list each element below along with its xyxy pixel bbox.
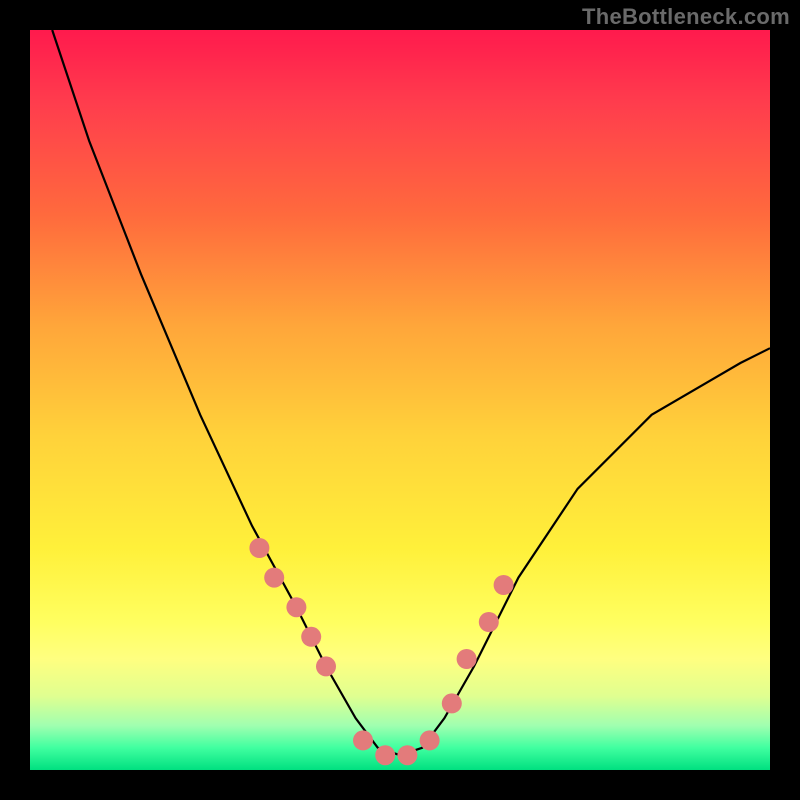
sample-dots-group [249, 538, 513, 765]
sample-dot [494, 575, 514, 595]
sample-dot [397, 745, 417, 765]
sample-dot [479, 612, 499, 632]
chart-overlay-svg [30, 30, 770, 770]
sample-dot [457, 649, 477, 669]
sample-dot [249, 538, 269, 558]
sample-dot [301, 627, 321, 647]
sample-dot [264, 568, 284, 588]
sample-dot [442, 693, 462, 713]
watermark-text: TheBottleneck.com [582, 4, 790, 30]
sample-dot [420, 730, 440, 750]
sample-dot [316, 656, 336, 676]
sample-dot [286, 597, 306, 617]
sample-dot [375, 745, 395, 765]
sample-dot [353, 730, 373, 750]
bottleneck-curve [52, 30, 770, 755]
